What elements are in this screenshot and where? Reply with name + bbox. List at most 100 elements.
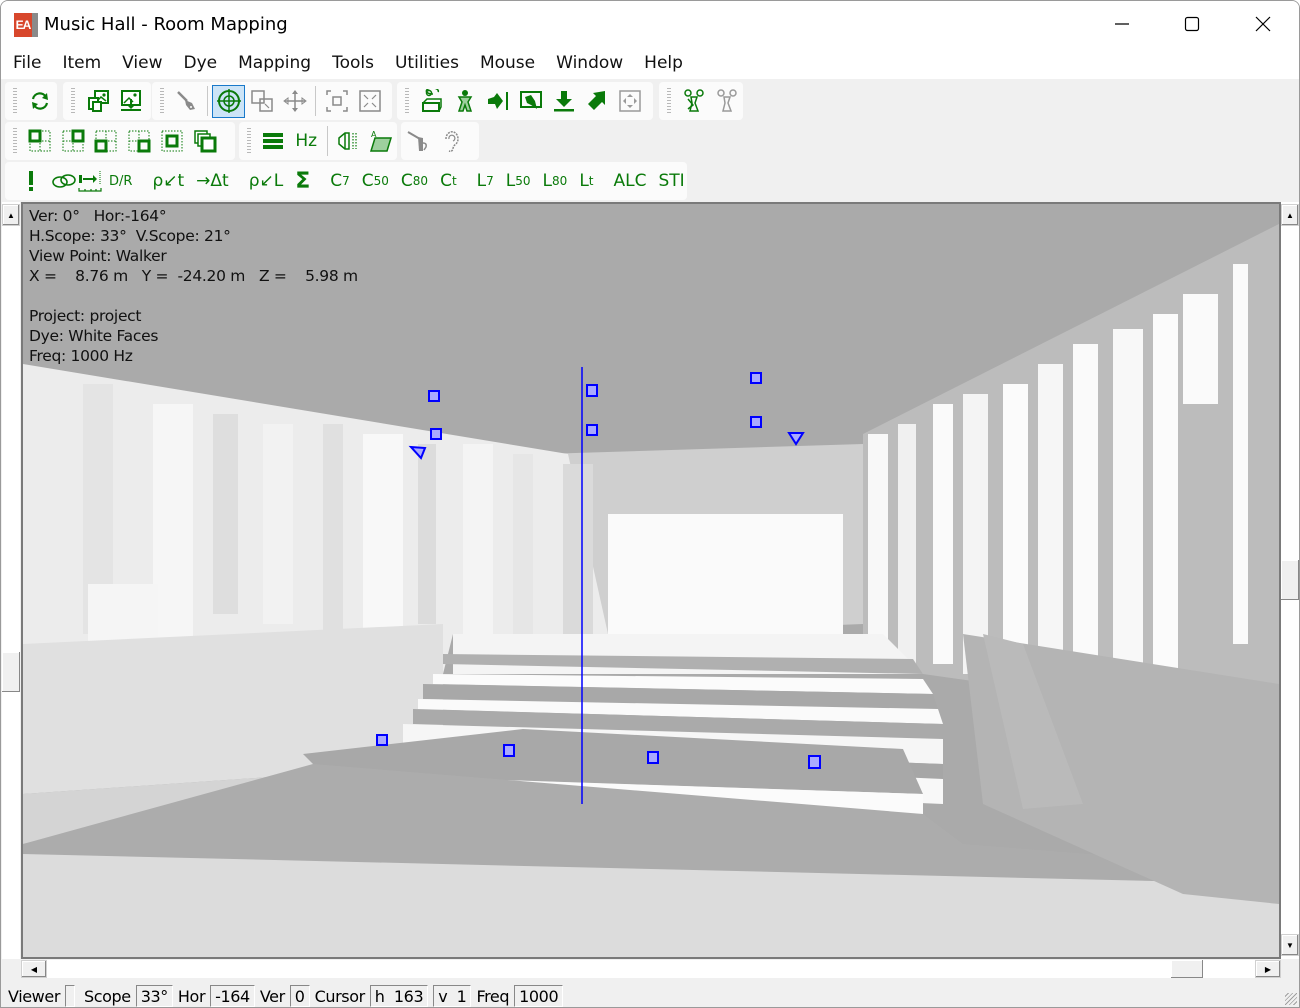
scroll-down-arrow-icon[interactable]: ▼ xyxy=(1281,934,1299,956)
decay-time-button[interactable]: ρ↙t xyxy=(146,165,190,198)
select-window-button[interactable] xyxy=(245,85,278,118)
area-button[interactable]: A xyxy=(365,125,397,158)
listeners-icon xyxy=(683,89,704,112)
room-3d-viewport[interactable]: Ver: 0° Hor:-164° H.Scope: 33° V.Scope: … xyxy=(21,202,1281,959)
zoom-extents-button[interactable] xyxy=(320,85,353,118)
move-to-wall-button[interactable] xyxy=(481,85,514,118)
menu-mouse[interactable]: Mouse xyxy=(480,53,535,73)
walker-rotate-button[interactable] xyxy=(415,85,448,118)
ear-button[interactable] xyxy=(434,125,467,158)
layout-center-button[interactable] xyxy=(155,125,188,158)
scroll-right-arrow-icon[interactable]: ▶ xyxy=(1255,960,1281,978)
speaker-marker[interactable] xyxy=(428,390,440,402)
lt-button[interactable]: Lt xyxy=(573,165,599,198)
menu-utilities[interactable]: Utilities xyxy=(395,53,459,73)
speaker-marker[interactable] xyxy=(750,416,762,428)
menu-mapping[interactable]: Mapping xyxy=(238,53,311,73)
delta-time-button[interactable]: →Δt xyxy=(190,165,235,198)
delay-button[interactable] xyxy=(77,165,103,198)
layout-bottom-right-button[interactable] xyxy=(122,125,155,158)
warning-button[interactable] xyxy=(19,165,43,198)
l80-button[interactable]: L 80 xyxy=(537,165,574,198)
menu-file[interactable]: File xyxy=(13,53,41,73)
menu-view[interactable]: View xyxy=(122,53,162,73)
speaker-marker[interactable] xyxy=(376,734,388,746)
c50-button[interactable]: C 50 xyxy=(356,165,395,198)
toolbar-grip[interactable] xyxy=(667,88,671,114)
frequency-line: Freq: 1000 Hz xyxy=(29,347,133,365)
speaker-marker[interactable] xyxy=(647,751,659,764)
sti-button[interactable]: STI xyxy=(653,165,691,198)
c7-button[interactable]: C7 xyxy=(324,165,356,198)
speaker-marker[interactable] xyxy=(586,424,598,436)
target-button[interactable] xyxy=(212,84,245,118)
scrollbar-thumb[interactable] xyxy=(1281,560,1299,600)
fit-view-button[interactable] xyxy=(613,85,646,118)
link-button[interactable] xyxy=(51,165,77,198)
listeners-disabled-button[interactable] xyxy=(710,85,743,118)
right-vertical-scrollbar[interactable]: ▲ ▼ xyxy=(1281,202,1299,959)
toolbar-grip[interactable] xyxy=(405,88,409,114)
speaker-button[interactable] xyxy=(332,125,364,158)
speaker-marker[interactable] xyxy=(750,372,762,384)
toolbar-grip[interactable] xyxy=(71,88,75,114)
microphone-button[interactable] xyxy=(401,125,434,158)
toolbar-walker xyxy=(397,82,653,120)
l50-button[interactable]: L 50 xyxy=(500,165,537,198)
scrollbar-thumb[interactable] xyxy=(1171,960,1203,978)
horizontal-scrollbar[interactable]: ◀ ▶ xyxy=(21,960,1281,978)
move-button[interactable] xyxy=(278,85,311,118)
ver-label: Ver xyxy=(259,986,285,1006)
scroll-up-arrow-icon[interactable]: ▲ xyxy=(1281,204,1299,226)
menu-dye[interactable]: Dye xyxy=(184,53,218,73)
refresh-button[interactable] xyxy=(23,85,56,118)
copy-view-button[interactable] xyxy=(81,85,114,118)
layout-bottom-left-button[interactable] xyxy=(89,125,122,158)
move-back-button[interactable] xyxy=(580,85,613,118)
toolbar-grip[interactable] xyxy=(160,88,164,114)
close-button[interactable] xyxy=(1228,1,1298,47)
view-from-button[interactable] xyxy=(514,85,547,118)
menu-window[interactable]: Window xyxy=(556,53,623,73)
speaker-marker[interactable] xyxy=(808,755,821,769)
layout-top-left-button[interactable] xyxy=(23,125,56,158)
layout-center-icon xyxy=(161,130,182,152)
export-view-button[interactable] xyxy=(114,85,147,118)
cascade-windows-button[interactable] xyxy=(188,125,221,158)
maximize-button[interactable] xyxy=(1157,1,1227,47)
toolbar-grip[interactable] xyxy=(247,128,251,154)
speaker-marker[interactable] xyxy=(586,384,598,397)
view-point-line: View Point: Walker xyxy=(29,247,167,265)
scroll-left-arrow-icon[interactable]: ◀ xyxy=(21,960,47,978)
menu-item[interactable]: Item xyxy=(62,53,101,73)
menu-tools[interactable]: Tools xyxy=(332,53,374,73)
speaker-marker[interactable] xyxy=(503,744,515,757)
export-view-icon xyxy=(120,90,141,111)
walker-button[interactable] xyxy=(448,85,481,118)
scroll-up-arrow-icon[interactable]: ▲ xyxy=(2,204,20,226)
c80-button[interactable]: C 80 xyxy=(395,165,434,198)
speaker-marker[interactable] xyxy=(430,428,442,440)
layout-top-right-button[interactable] xyxy=(56,125,89,158)
zoom-fit-button[interactable] xyxy=(353,85,386,118)
project-line: Project: project xyxy=(29,307,142,325)
direct-reverb-ratio-button[interactable]: D/R xyxy=(103,165,138,198)
menu-help[interactable]: Help xyxy=(644,53,683,73)
scrollbar-thumb[interactable] xyxy=(2,652,20,692)
minimize-button[interactable] xyxy=(1087,1,1157,47)
toolbar-grip[interactable] xyxy=(13,88,17,114)
move-down-button[interactable] xyxy=(547,85,580,118)
bands-button[interactable] xyxy=(257,125,289,158)
pointer-tool-button[interactable] xyxy=(170,85,203,118)
ct-button[interactable]: Ct xyxy=(434,165,463,198)
left-vertical-scrollbar[interactable]: ▲ xyxy=(2,202,20,959)
decay-level-button[interactable]: ρ↙L xyxy=(243,165,290,198)
toolbar-grip[interactable] xyxy=(13,128,17,154)
sum-button[interactable]: Σ xyxy=(289,165,316,198)
hz-button[interactable]: Hz xyxy=(289,125,323,158)
view-angle-line: Ver: 0° Hor:-164° xyxy=(29,207,167,225)
resize-grip-icon[interactable] xyxy=(1285,993,1297,1005)
l7-button[interactable]: L7 xyxy=(471,165,500,198)
alc-button[interactable]: ALC xyxy=(608,165,653,198)
listeners-button[interactable] xyxy=(677,85,710,118)
